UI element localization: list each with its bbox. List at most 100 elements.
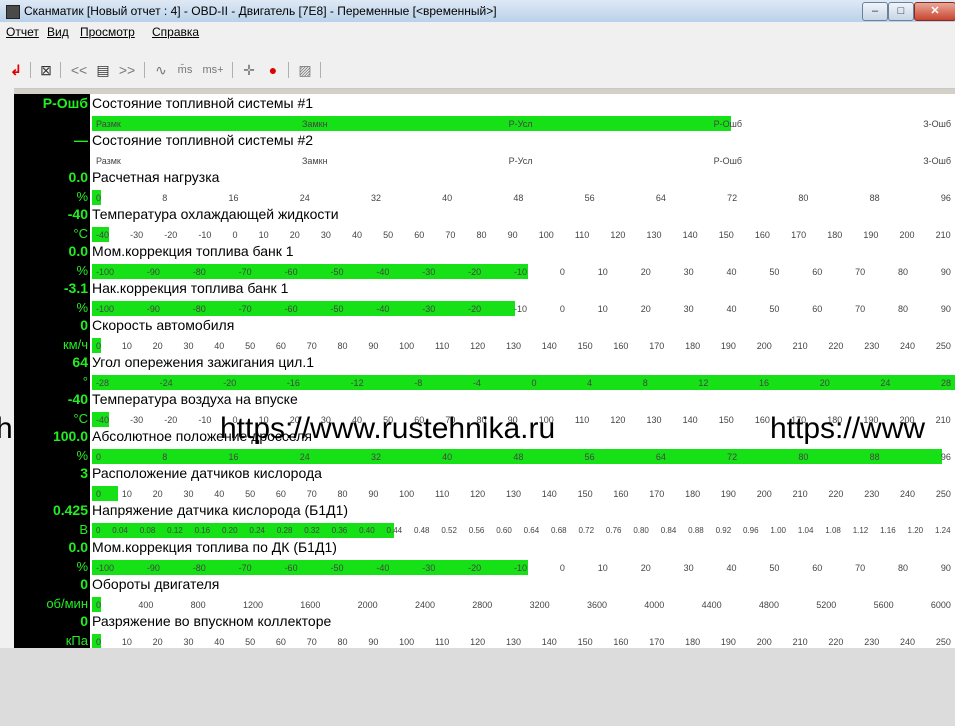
scale-tick-label: 70 [306, 489, 317, 499]
prev-icon[interactable]: << [68, 60, 90, 80]
scale-tick-label: 210 [792, 637, 808, 647]
back-arrow-icon[interactable]: ↲ [8, 60, 24, 80]
parameter-value: -40 [14, 205, 90, 224]
save-icon[interactable]: ▨ [296, 60, 314, 80]
scale-tick-label: 50 [769, 267, 780, 277]
parameter-scale: 0 0.04 0.08 0.12 0.16 0.20 0.24 0.28 0.32 0.36 0.4… [92, 520, 955, 539]
crosshair-icon[interactable]: ✛ [240, 60, 258, 80]
scale-tick-label: 160 [754, 230, 770, 240]
scale-tick-label: 120 [610, 415, 626, 425]
record-icon[interactable]: ● [264, 60, 282, 80]
scale-tick-label: 800 [190, 600, 206, 610]
scale-tick-label: Р-Усл [508, 156, 533, 166]
scale-tick-label: 0.32 [304, 526, 320, 535]
wave-icon[interactable]: ∿ [152, 60, 170, 80]
parameter-row[interactable]: — Состояние топливной системы #2 Размк Замк… [14, 131, 955, 169]
parameter-row[interactable]: 0.0% Расчетная нагрузка 0 8 16 24 32 40 48 56 64 72… [14, 168, 955, 206]
scale-tick-label: 20 [819, 378, 830, 388]
parameter-scale: -100 -90 -80 -70 -60 -50 -40 -30 -20 -10 0 10 20 30 40… [92, 298, 955, 317]
ms-plus-icon[interactable]: ms+ [200, 60, 226, 80]
scale-tick-label: 240 [900, 637, 916, 647]
parameter-row[interactable]: -40 °C Температура охлаждающей жидкости -40… [14, 205, 955, 243]
list-icon[interactable]: ▤ [94, 60, 112, 80]
parameter-row[interactable]: 0 кПа Разряжение во впускном коллекторе 0 10… [14, 612, 955, 650]
scale-tick-label: -90 [146, 267, 160, 277]
parameter-scale: -100 -90 -80 -70 -60 -50 -40 -30 -20 -10 0 10 20 30 40… [92, 261, 955, 280]
scale-tick-label: 170 [649, 637, 665, 647]
scale-tick-label: -10 [198, 415, 212, 425]
scale-tick-label: 10 [597, 304, 608, 314]
close-button[interactable]: ✕ [914, 2, 955, 21]
scale-tick-label: 230 [864, 637, 880, 647]
scale-tick-label: 50 [383, 230, 394, 240]
scale-tick-label: 70 [306, 637, 317, 647]
scale-tick-label: 88 [869, 452, 880, 462]
parameter-unit: В [14, 520, 90, 539]
scale-tick-label: Размк [96, 119, 121, 129]
scale-tick-label: 4800 [758, 600, 779, 610]
scale-tick-label: 180 [685, 637, 701, 647]
scale-tick-label: З-Ошб [923, 119, 951, 129]
parameter-list[interactable]: P-Ошб Состояние топливной системы #1 Размк… [14, 94, 955, 650]
scale-tick-label: -20 [164, 415, 178, 425]
scale-tick-label: 150 [577, 489, 593, 499]
scale-tick-label: 160 [754, 415, 770, 425]
edit-icon[interactable]: ⊠ [38, 60, 54, 80]
toolbar-separator [30, 62, 31, 78]
next-icon[interactable]: >> [116, 60, 138, 80]
scale-tick-label: 40 [442, 452, 453, 462]
scale-tick-label: 96 [940, 193, 951, 203]
scale-tick-label: 110 [574, 415, 590, 425]
parameter-unit [14, 113, 90, 132]
scale-tick-label: 250 [935, 341, 951, 351]
scale-tick-label: -16 [286, 378, 300, 388]
parameter-unit: ° [14, 372, 90, 391]
scale-tick-label: -90 [146, 304, 160, 314]
scale-tick-label: -10 [514, 267, 528, 277]
watermark-text: https://www.rustehnika.ru [220, 412, 556, 445]
scale-tick-label: 80 [476, 230, 487, 240]
minimize-button[interactable]: – [862, 2, 888, 21]
maximize-button[interactable]: □ [888, 2, 914, 21]
menu-browse[interactable]: Просмотр [80, 25, 135, 39]
scale-tick-label: 0 [559, 304, 565, 314]
scale-tick-label: Р-Ошб [713, 119, 743, 129]
parameter-row[interactable]: 0 км/ч Скорость автомобиля 0 10 20 30 40 50 60 70 8… [14, 316, 955, 354]
parameter-row[interactable]: 0.0% Мом.коррекция топлива по ДК (Б1Д1) -1… [14, 538, 955, 576]
scale-tick-label: 200 [756, 341, 772, 351]
menu-view[interactable]: Вид [47, 25, 69, 39]
parameter-scale: Размк Замкн Р-Усл Р-Ошб З-Ошб [92, 150, 955, 169]
scale-tick-label: 0.96 [743, 526, 759, 535]
parameter-row[interactable]: 0.425 В Напряжение датчика кислорода (Б1Д1… [14, 501, 955, 539]
scale-tick-label: 0 [96, 193, 102, 203]
scale-tick-label: 110 [434, 341, 450, 351]
title-bar[interactable]: Сканматик [Новый отчет : 4] - OBD-II - Д… [0, 0, 955, 23]
scale-tick-label: 0.64 [523, 526, 540, 535]
toolbar-separator [60, 62, 61, 78]
scale-tick-label: 190 [720, 341, 736, 351]
scale-ticks: -100 -90 -80 -70 -60 -50 -40 -30 -20 -10 0 10 20 30 40… [92, 561, 955, 575]
menu-help[interactable]: Справка [152, 25, 199, 39]
parameter-scale: -28 -24 -20 -16 -12 -8 -4 0 4 8 12 16 20 24 28 [92, 372, 955, 391]
watermark-text: https://www [770, 412, 926, 445]
scale-tick-label: 3200 [529, 600, 550, 610]
scale-tick-label: 120 [470, 637, 486, 647]
parameter-value: 0.0 [14, 168, 90, 187]
scale-tick-label: 2000 [357, 600, 378, 610]
menu-report[interactable]: Отчет [6, 25, 39, 39]
parameter-row[interactable]: 3 Расположение датчиков кислорода 0 10 20 30 4… [14, 464, 955, 502]
parameter-row[interactable]: 64 ° Угол опережения зажигания цил.1 -28 -24… [14, 353, 955, 391]
scale-tick-label: 30 [683, 304, 694, 314]
parameter-row[interactable]: 0 об/мин Обороты двигателя 0 400 800 1200 1600 2… [14, 575, 955, 613]
scale-ticks: 0 0.04 0.08 0.12 0.16 0.20 0.24 0.28 0.32 0.36 0.4… [92, 524, 955, 538]
parameter-row[interactable]: 0.0% Мом.коррекция топлива банк 1 -100 -90-… [14, 242, 955, 280]
scale-tick-label: -20 [468, 563, 482, 573]
scale-tick-label: 50 [769, 304, 780, 314]
parameter-row[interactable]: P-Ошб Состояние топливной системы #1 Размк… [14, 94, 955, 132]
scale-tick-label: 40 [352, 230, 363, 240]
scale-tick-label: -60 [284, 563, 298, 573]
scale-tick-label: 130 [505, 637, 521, 647]
ms-icon[interactable]: m̄s [174, 60, 196, 80]
parameter-scale: 0 8 16 24 32 40 48 56 64 72 80 88 96 [92, 187, 955, 206]
parameter-row[interactable]: -3.1% Нак.коррекция топлива банк 1 -100 -90… [14, 279, 955, 317]
